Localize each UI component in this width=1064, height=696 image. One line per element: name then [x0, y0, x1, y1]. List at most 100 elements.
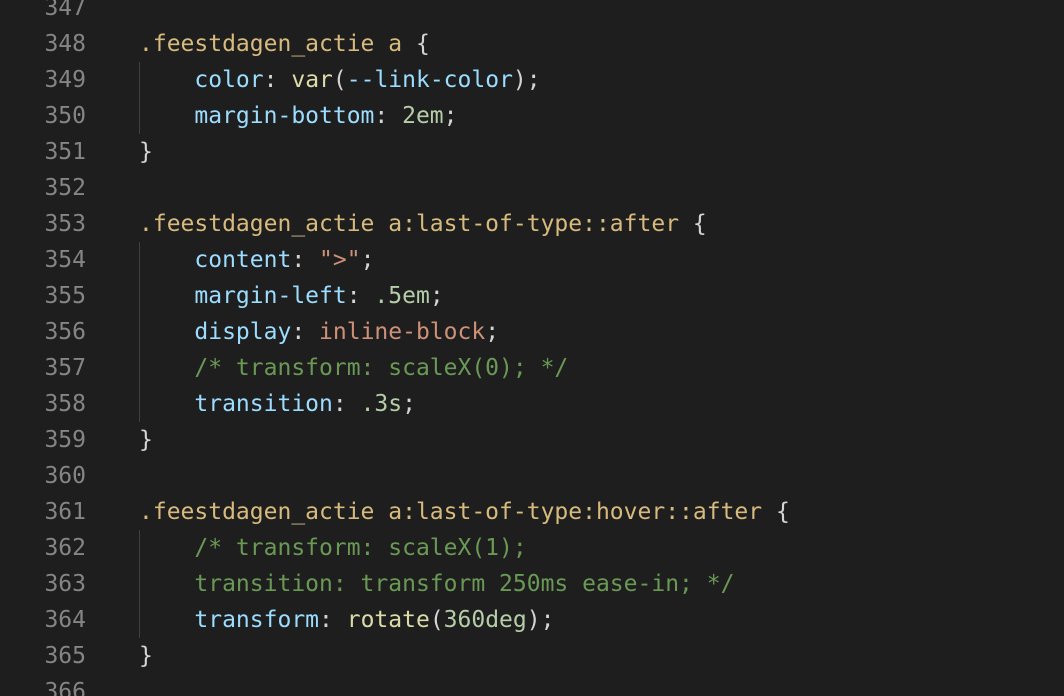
code-line[interactable]: 354 content: ">";	[0, 242, 1064, 278]
line-code: }	[139, 134, 153, 170]
code-token-punc: ;	[485, 319, 500, 345]
line-code: .feestdagen_actie a {	[139, 26, 430, 62]
code-token-punc: ;	[402, 391, 416, 417]
line-number: 365	[44, 643, 86, 669]
code-line[interactable]: 361 .feestdagen_actie a:last-of-type:hove…	[0, 494, 1064, 530]
line-code: content: ">";	[139, 242, 374, 278]
code-line[interactable]: 350 margin-bottom: 2em;	[0, 98, 1064, 134]
code-token-punc	[139, 391, 194, 417]
code-token-punc: :	[346, 283, 375, 309]
code-line[interactable]: 357 /* transform: scaleX(0); */	[0, 350, 1064, 386]
line-code: margin-left: .5em;	[139, 278, 444, 314]
code-lines: 347 348 .feestdagen_actie a {349 color: va…	[0, 0, 1064, 696]
line-number: 366	[44, 679, 86, 696]
code-token-punc: ;	[429, 283, 444, 309]
code-line[interactable]: 366	[0, 674, 1064, 696]
code-token-punc	[139, 571, 194, 597]
line-number: 353	[44, 211, 86, 237]
code-token-comment: transition: transform 250ms ease-in; */	[194, 571, 735, 597]
code-token-punc: }	[139, 427, 153, 453]
code-token-punc	[139, 67, 194, 93]
code-line[interactable]: 364 transform: rotate(360deg);	[0, 602, 1064, 638]
code-line[interactable]: 351}	[0, 134, 1064, 170]
code-token-comment: /* transform: scaleX(1);	[194, 535, 527, 561]
code-line[interactable]: 365}	[0, 638, 1064, 674]
code-token-selector: .feestdagen_actie a:last-of-type::after	[139, 211, 680, 237]
line-number: 356	[44, 319, 86, 345]
code-token-prop: transition	[194, 391, 333, 417]
line-number: 350	[44, 103, 86, 129]
line-number: 357	[44, 355, 86, 381]
code-token-str: ">"	[319, 247, 361, 273]
line-number: 364	[44, 607, 86, 633]
code-line[interactable]: 363 transition: transform 250ms ease-in;…	[0, 566, 1064, 602]
code-line[interactable]: 347	[0, 0, 1064, 26]
code-token-selector: .feestdagen_actie a	[139, 31, 403, 57]
line-number: 359	[44, 427, 86, 453]
code-token-comment: /* transform: scaleX(0); */	[194, 355, 569, 381]
code-line[interactable]: 355 margin-left: .5em;	[0, 278, 1064, 314]
code-token-punc: :	[263, 67, 292, 93]
code-token-punc	[139, 535, 194, 561]
line-number: 347	[44, 0, 86, 21]
code-token-num: 360deg	[443, 607, 527, 633]
code-token-punc: :	[332, 391, 361, 417]
code-token-prop: color	[194, 67, 264, 93]
code-token-punc	[139, 103, 194, 129]
code-token-fn: rotate	[346, 607, 430, 633]
line-number: 360	[44, 463, 86, 489]
code-token-prop: margin-bottom	[194, 103, 375, 129]
line-code: transition: transform 250ms ease-in; */	[139, 566, 734, 602]
code-token-punc	[139, 283, 194, 309]
code-token-prop: margin-left	[194, 283, 347, 309]
code-token-punc: :	[291, 319, 320, 345]
code-token-prop: transform	[194, 607, 320, 633]
line-code: /* transform: scaleX(0); */	[139, 350, 568, 386]
code-token-num: .3s	[360, 391, 403, 417]
code-token-punc: {	[679, 211, 707, 237]
code-line[interactable]: 348 .feestdagen_actie a {	[0, 26, 1064, 62]
code-token-punc: (	[429, 607, 444, 633]
code-token-punc	[139, 355, 194, 381]
code-token-punc: (	[332, 67, 347, 93]
code-line[interactable]: 362 /* transform: scaleX(1);	[0, 530, 1064, 566]
code-line[interactable]: 360	[0, 458, 1064, 494]
code-line[interactable]: 352	[0, 170, 1064, 206]
code-token-punc: );	[526, 607, 555, 633]
line-number: 354	[44, 247, 86, 273]
code-token-punc: );	[512, 67, 541, 93]
code-token-punc	[139, 319, 194, 345]
line-code: color: var(--link-color);	[139, 62, 541, 98]
code-token-punc: }	[139, 643, 153, 669]
code-line[interactable]: 356 display: inline-block;	[0, 314, 1064, 350]
code-token-punc: :	[374, 103, 403, 129]
code-line[interactable]: 353 .feestdagen_actie a:last-of-type::aft…	[0, 206, 1064, 242]
line-code: }	[139, 422, 153, 458]
line-code: .feestdagen_actie a:last-of-type:hover::…	[139, 494, 790, 530]
line-number: 358	[44, 391, 86, 417]
code-token-prop: display	[194, 319, 292, 345]
line-number: 362	[44, 535, 86, 561]
code-token-kw: inline-block	[319, 319, 486, 345]
code-token-punc: {	[402, 31, 430, 57]
line-number: 355	[44, 283, 86, 309]
line-code: .feestdagen_actie a:last-of-type::after …	[139, 206, 707, 242]
code-editor[interactable]: 347 348 .feestdagen_actie a {349 color: va…	[0, 0, 1064, 696]
code-token-selector: .feestdagen_actie a:last-of-type:hover::…	[139, 499, 763, 525]
code-token-punc	[139, 607, 194, 633]
code-line[interactable]: 359}	[0, 422, 1064, 458]
code-line[interactable]: 358 transition: .3s;	[0, 386, 1064, 422]
line-number: 349	[44, 67, 86, 93]
code-line[interactable]: 349 color: var(--link-color);	[0, 62, 1064, 98]
code-token-punc: {	[762, 499, 790, 525]
line-code: display: inline-block;	[139, 314, 499, 350]
line-code: transform: rotate(360deg);	[139, 602, 554, 638]
line-number: 361	[44, 499, 86, 525]
line-code: /* transform: scaleX(1);	[139, 530, 527, 566]
line-code: }	[139, 638, 153, 674]
code-token-punc: ;	[360, 247, 375, 273]
line-number: 363	[44, 571, 86, 597]
line-code: transition: .3s;	[139, 386, 416, 422]
code-token-num: .5em	[374, 283, 430, 309]
line-number: 352	[44, 175, 86, 201]
